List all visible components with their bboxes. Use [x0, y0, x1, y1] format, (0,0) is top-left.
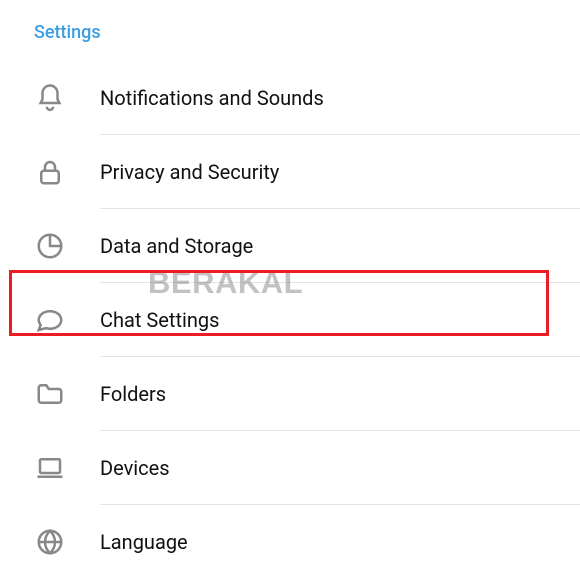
settings-item-folders[interactable]: Folders — [0, 357, 580, 431]
settings-item-label: Chat Settings — [100, 308, 219, 332]
settings-item-privacy[interactable]: Privacy and Security — [0, 135, 580, 209]
bell-icon — [0, 83, 100, 113]
chat-bubble-icon — [0, 305, 100, 335]
laptop-icon — [0, 453, 100, 483]
globe-icon — [0, 527, 100, 557]
settings-item-label: Notifications and Sounds — [100, 86, 324, 110]
settings-item-devices[interactable]: Devices — [0, 431, 580, 505]
settings-list: Notifications and Sounds Privacy and Sec… — [0, 61, 580, 579]
settings-item-label: Devices — [100, 456, 170, 480]
settings-item-language[interactable]: Language — [0, 505, 580, 579]
section-title: Settings — [0, 0, 580, 61]
settings-item-label: Privacy and Security — [100, 160, 279, 184]
settings-item-data[interactable]: Data and Storage — [0, 209, 580, 283]
pie-chart-icon — [0, 231, 100, 261]
settings-item-chat[interactable]: Chat Settings — [0, 283, 580, 357]
lock-icon — [0, 157, 100, 187]
folder-icon — [0, 379, 100, 409]
settings-item-label: Data and Storage — [100, 234, 253, 258]
settings-item-label: Language — [100, 530, 188, 554]
settings-item-label: Folders — [100, 382, 166, 406]
settings-item-notifications[interactable]: Notifications and Sounds — [0, 61, 580, 135]
